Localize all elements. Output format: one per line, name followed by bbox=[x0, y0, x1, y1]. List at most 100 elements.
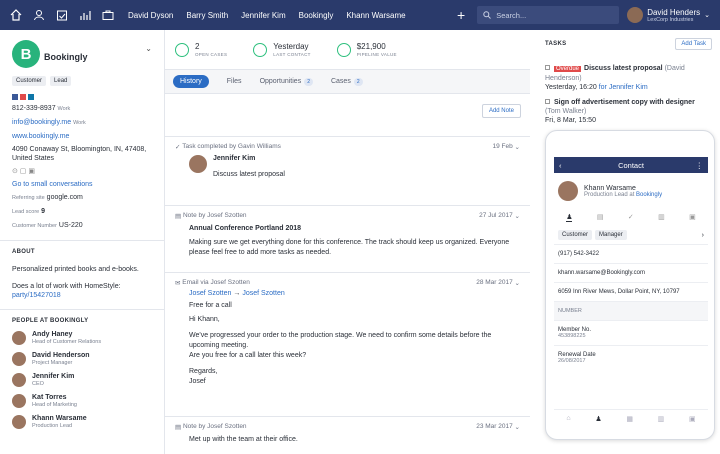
chart-icon[interactable]: ▥ bbox=[658, 213, 665, 222]
chart-icon[interactable]: ▥ bbox=[658, 415, 665, 423]
small-conversations-link[interactable]: Go to small conversations bbox=[12, 180, 152, 189]
task-for[interactable]: for Jennifer Kim bbox=[599, 84, 648, 91]
phone-header: ‹ Contact ⋮ bbox=[554, 157, 708, 173]
company-logo: B bbox=[12, 40, 40, 68]
email-link[interactable]: info@bookingly.me bbox=[12, 119, 71, 126]
task-checkbox[interactable] bbox=[545, 65, 550, 70]
address: 4090 Conaway St, Bloomington, IN, 47408,… bbox=[12, 146, 147, 162]
party-link[interactable]: party/15427018 bbox=[12, 292, 61, 299]
about-text: Personalized printed books and e-books. bbox=[12, 266, 139, 273]
nav-link-barry-smith[interactable]: Barry Smith bbox=[186, 11, 228, 20]
tasks-heading: TASKS bbox=[545, 41, 567, 47]
list-item[interactable]: David Henderson Project Manager bbox=[12, 352, 152, 366]
user-name: David Henders bbox=[647, 7, 701, 17]
add-note-button[interactable]: Add Note bbox=[481, 104, 521, 118]
tab-cases[interactable]: Cases 2 bbox=[330, 77, 363, 86]
feed-body: Discuss latest proposal bbox=[213, 171, 285, 178]
person-icon[interactable]: ♟ bbox=[595, 415, 601, 423]
feed-head: Note by Josef Szotten bbox=[182, 423, 247, 430]
chart-icon[interactable] bbox=[78, 8, 92, 22]
task-item[interactable]: Overdue Discuss latest proposal (David He… bbox=[545, 64, 720, 92]
user-menu[interactable]: David Henders LexCorp Industries ⌄ bbox=[627, 7, 710, 23]
list-item[interactable]: Andy Haney Head of Customer Relations bbox=[12, 331, 152, 345]
feed-date: 23 Mar 2017 bbox=[476, 423, 513, 430]
chevron-down-icon[interactable]: ⌄ bbox=[513, 212, 520, 220]
tag-manager[interactable]: Manager bbox=[595, 230, 627, 240]
check-icon[interactable]: ✓ bbox=[628, 213, 634, 222]
company-name: Bookingly bbox=[44, 52, 88, 62]
person-icon[interactable]: ♟ bbox=[566, 213, 573, 222]
tag-lead[interactable]: Lead bbox=[50, 76, 72, 86]
briefcase-icon[interactable]: ▣ bbox=[689, 213, 696, 222]
email-from[interactable]: Josef Szotten bbox=[189, 290, 231, 297]
email-to[interactable]: Josef Szotten bbox=[242, 290, 284, 297]
customer-number-value: US-220 bbox=[58, 222, 83, 229]
feed-author[interactable]: Jennifer Kim bbox=[213, 155, 285, 162]
stat-value: Yesterday bbox=[273, 42, 309, 51]
list-item[interactable]: Jennifer Kim CEO bbox=[12, 373, 152, 387]
tab-opportunities[interactable]: Opportunities 2 bbox=[260, 77, 313, 86]
search-input[interactable]: Search... bbox=[477, 6, 620, 24]
customer-number-label: Customer Number bbox=[12, 223, 57, 229]
website-link[interactable]: www.bookingly.me bbox=[12, 132, 152, 141]
phone-email[interactable]: khann.warsame@Bookingly.com bbox=[554, 263, 708, 282]
lead-score-label: Lead score bbox=[12, 209, 40, 215]
person-role: Production Lead bbox=[32, 423, 73, 429]
person-name: Jennifer Kim bbox=[32, 373, 75, 380]
calendar-icon[interactable] bbox=[55, 8, 69, 22]
add-task-button[interactable]: Add Task bbox=[675, 38, 712, 50]
referring-label: Referring site bbox=[12, 195, 45, 201]
note-icon[interactable]: ▤ bbox=[597, 213, 604, 222]
plus-icon[interactable]: + bbox=[457, 7, 465, 23]
nav-link-david-dyson[interactable]: David Dyson bbox=[128, 11, 173, 20]
briefcase-icon[interactable]: ▣ bbox=[689, 415, 696, 423]
avatar bbox=[12, 394, 26, 408]
list-item[interactable]: Khann Warsame Production Lead bbox=[12, 415, 152, 429]
email-body: We've progressed your order to the produ… bbox=[189, 332, 492, 349]
task-checkbox[interactable] bbox=[545, 99, 550, 104]
home-icon[interactable]: ⌂ bbox=[566, 415, 570, 423]
calendar-icon[interactable]: ▦ bbox=[626, 415, 633, 423]
task-title: Discuss latest proposal bbox=[584, 65, 663, 72]
task-item[interactable]: Sign off advertisement copy with designe… bbox=[545, 98, 720, 125]
chevron-down-icon[interactable]: ⌄ bbox=[513, 423, 520, 431]
person-icon[interactable] bbox=[32, 8, 46, 22]
phone-number[interactable]: 812-339-8937 bbox=[12, 105, 56, 112]
count-badge: 2 bbox=[353, 77, 363, 86]
person-role: Head of Customer Relations bbox=[32, 339, 102, 345]
company-sidebar: B Bookingly ⌄ Customer Lead 812-339-8937… bbox=[0, 30, 165, 454]
tag-customer[interactable]: Customer bbox=[12, 76, 47, 86]
people-heading: PEOPLE AT BOOKINGLY bbox=[12, 318, 89, 324]
referring-value: google.com bbox=[46, 194, 83, 201]
tab-files[interactable]: Files bbox=[227, 78, 242, 85]
phone-company-link[interactable]: Bookingly bbox=[636, 192, 662, 198]
home-icon[interactable] bbox=[9, 8, 23, 22]
nav-link-khann-warsame[interactable]: Khann Warsame bbox=[346, 11, 405, 20]
chevron-right-icon[interactable]: › bbox=[702, 232, 704, 239]
person-role: Project Manager bbox=[32, 360, 73, 366]
phone-title: Contact bbox=[618, 160, 644, 170]
facebook-icon[interactable] bbox=[12, 94, 18, 100]
pinterest-icon[interactable] bbox=[20, 94, 26, 100]
phone-tel[interactable]: (917) 542-3422 bbox=[554, 244, 708, 263]
top-nav-bar: David Dyson Barry Smith Jennifer Kim Boo… bbox=[0, 0, 720, 30]
chevron-down-icon[interactable]: ⌄ bbox=[513, 279, 520, 287]
chevron-down-icon[interactable]: ⌄ bbox=[513, 143, 520, 151]
feed-head: Note by Josef Szotten bbox=[182, 212, 247, 219]
list-item[interactable]: Kat Torres Head of Marketing bbox=[12, 394, 152, 408]
tab-label: Cases bbox=[330, 78, 351, 85]
nav-link-bookingly[interactable]: Bookingly bbox=[299, 11, 334, 20]
stat-label: LAST CONTACT bbox=[273, 52, 311, 57]
nav-link-jennifer-kim[interactable]: Jennifer Kim bbox=[241, 11, 285, 20]
chevron-left-icon[interactable]: ‹ bbox=[559, 161, 562, 170]
tag-customer[interactable]: Customer bbox=[558, 230, 593, 240]
linkedin-icon[interactable] bbox=[28, 94, 34, 100]
tab-history[interactable]: History bbox=[173, 75, 209, 88]
search-placeholder: Search... bbox=[496, 10, 527, 20]
briefcase-icon[interactable] bbox=[101, 8, 115, 22]
feed-item: ▤ Note by Josef Szotten 27 Jul 2017 ⌄ Ann… bbox=[165, 205, 530, 272]
feed-body: Making sure we get everything done for t… bbox=[189, 239, 510, 256]
chevron-down-icon[interactable]: ⌄ bbox=[145, 44, 152, 53]
task-who: (Tom Walker) bbox=[545, 108, 587, 115]
more-icon[interactable]: ⋮ bbox=[696, 161, 704, 170]
